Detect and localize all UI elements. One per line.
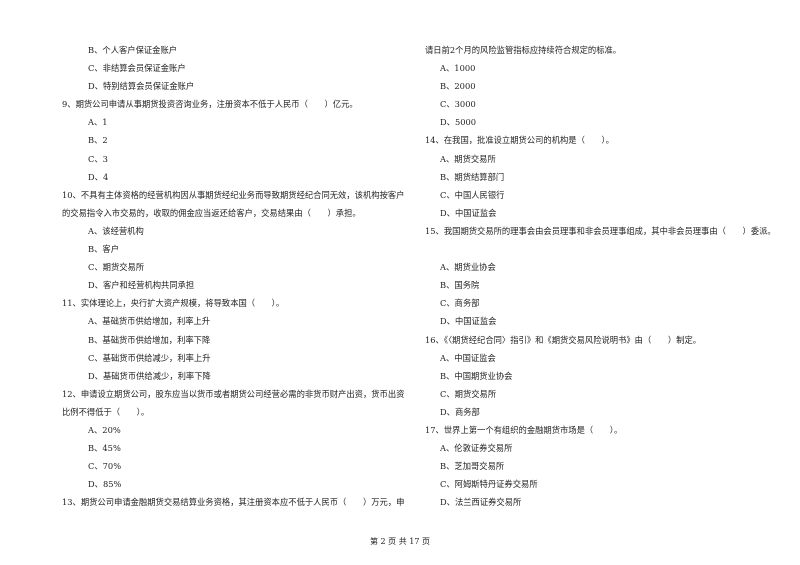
answer-option: C、期货交易所 bbox=[88, 262, 145, 273]
answer-option: A、期货交易所 bbox=[440, 153, 496, 164]
question-block: 11、实体理论上，央行扩大资产规模，将导致本国（ ）。 A、基础货币供给增加，利率… bbox=[62, 294, 412, 384]
answer-option: B、2 bbox=[88, 135, 108, 146]
question-text: 13、期货公司申请金融期货交易结算业务资格，其注册资本应不低于人民币（ ）万元，… bbox=[62, 497, 405, 508]
answer-option: B、个人客户保证金账户 bbox=[88, 45, 178, 55]
right-column: 请日前2个月的风险监管指标应持续符合规定的标准。 A、1000 B、2000 C、30… bbox=[425, 41, 776, 511]
answer-option: D、中国证监会 bbox=[440, 316, 497, 327]
answer-option: C、基础货币供给减少，利率上升 bbox=[88, 352, 211, 363]
question-block: 13、期货公司申请金融期货交易结算业务资格，其注册资本应不低于人民币（ ）万元，… bbox=[62, 493, 412, 511]
answer-option: C、阿姆斯特丹证券交易所 bbox=[440, 479, 538, 490]
answer-option: C、中国人民银行 bbox=[440, 189, 505, 200]
question-block: 12、申请设立期货公司，股东应当以货币或者期货公司经营必需的非货币财产出资，货币… bbox=[62, 385, 412, 494]
question-block: 15、我国期货交易所的理事会由会员理事和非会员理事组成，其中非会员理事由（ ）委… bbox=[425, 222, 776, 331]
question-block: B、个人客户保证金账户 C、非结算会员保证金账户 D、特别结算会员保证金账户 bbox=[62, 41, 412, 95]
answer-option: B、2000 bbox=[440, 81, 476, 92]
answer-option: D、商务部 bbox=[440, 406, 480, 417]
answer-option: D、特别结算会员保证金账户 bbox=[88, 81, 195, 92]
left-column: B、个人客户保证金账户 C、非结算会员保证金账户 D、特别结算会员保证金账户 9、期货… bbox=[62, 41, 412, 511]
answer-option: D、中国证监会 bbox=[440, 207, 497, 218]
answer-option: A、20% bbox=[88, 424, 121, 435]
question-block: 17、世界上第一个有组织的金融期货市场是（ ）。 A、伦敦证券交易所 B、芝加哥交易… bbox=[425, 421, 775, 511]
question-block: 14、在我国，批准设立期货公司的机构是（ ）。 A、期货交易所 B、期货结算部门 C、… bbox=[425, 131, 775, 221]
question-block: 10、不具有主体资格的经营机构因从事期货经纪业务而导致期货经纪合同无效，该机构按… bbox=[62, 186, 412, 295]
answer-option: A、该经营机构 bbox=[88, 225, 144, 236]
answer-option: A、中国证监会 bbox=[440, 352, 496, 363]
answer-option: B、芝加哥交易所 bbox=[440, 461, 505, 472]
answer-option: C、3000 bbox=[440, 99, 476, 110]
answer-option: C、非结算会员保证金账户 bbox=[88, 63, 186, 74]
answer-option: A、伦敦证券交易所 bbox=[440, 443, 513, 454]
answer-option: D、85% bbox=[88, 479, 122, 490]
answer-option: D、基础货币供给减少，利率下降 bbox=[88, 370, 211, 381]
question-text: 请日前2个月的风险监管指标应持续符合规定的标准。 bbox=[425, 45, 622, 55]
answer-option: C、3 bbox=[88, 153, 108, 164]
page-footer: 第 2 页 共 17 页 bbox=[370, 537, 430, 546]
answer-option: D、5000 bbox=[440, 117, 477, 128]
question-text: 9、期货公司申请从事期货投资咨询业务，注册资本不低于人民币（ ）亿元。 bbox=[62, 99, 358, 110]
answer-option: A、1000 bbox=[440, 63, 476, 74]
question-text: 14、在我国，批准设立期货公司的机构是（ ）。 bbox=[425, 135, 614, 146]
question-text: 比例不得低于（ ）。 bbox=[62, 406, 150, 417]
answer-option: C、70% bbox=[88, 461, 122, 472]
question-text: 16、《〈期货经纪合同〉指引》和《期货交易风险说明书》由（ ）制定。 bbox=[425, 334, 702, 345]
question-block: 16、《〈期货经纪合同〉指引》和《期货交易风险说明书》由（ ）制定。 A、中国证监… bbox=[425, 331, 775, 421]
answer-option: C、期货交易所 bbox=[440, 388, 497, 399]
answer-option: A、1 bbox=[88, 117, 108, 128]
answer-option: B、45% bbox=[88, 443, 121, 454]
answer-option: B、中国期货业协会 bbox=[440, 370, 513, 381]
question-text: 17、世界上第一个有组织的金融期货市场是（ ）。 bbox=[425, 424, 623, 435]
answer-option: B、基础货币供给增加，利率下降 bbox=[88, 334, 211, 345]
answer-option: C、商务部 bbox=[440, 298, 480, 309]
answer-option: D、4 bbox=[88, 171, 109, 182]
answer-option: A、基础货币供给增加，利率上升 bbox=[88, 316, 211, 327]
answer-option: D、法兰西证券交易所 bbox=[440, 497, 522, 508]
question-text: 12、申请设立期货公司，股东应当以货币或者期货公司经营必需的非货币财产出资，货币… bbox=[62, 388, 405, 399]
question-block: 9、期货公司申请从事期货投资咨询业务，注册资本不低于人民币（ ）亿元。 A、1 B、… bbox=[62, 95, 412, 185]
question-text: 的交易指令入市交易的，收取的佣金应当返还给客户，交易结果由（ ）承担。 bbox=[62, 207, 361, 218]
answer-option: D、客户和经营机构共同承担 bbox=[88, 280, 195, 291]
answer-option: B、期货结算部门 bbox=[440, 171, 505, 182]
answer-option: B、国务院 bbox=[440, 280, 480, 291]
question-block: 请日前2个月的风险监管指标应持续符合规定的标准。 A、1000 B、2000 C、30… bbox=[425, 41, 775, 131]
question-text: 11、实体理论上，央行扩大资产规模，将导致本国（ ）。 bbox=[62, 298, 285, 309]
question-text: 10、不具有主体资格的经营机构因从事期货经纪业务而导致期货经纪合同无效，该机构按… bbox=[62, 189, 405, 200]
answer-option: A、期货业协会 bbox=[440, 262, 496, 273]
question-text: 15、我国期货交易所的理事会由会员理事和非会员理事组成，其中非会员理事由（ ）委… bbox=[425, 225, 776, 236]
answer-option: B、客户 bbox=[88, 244, 119, 255]
